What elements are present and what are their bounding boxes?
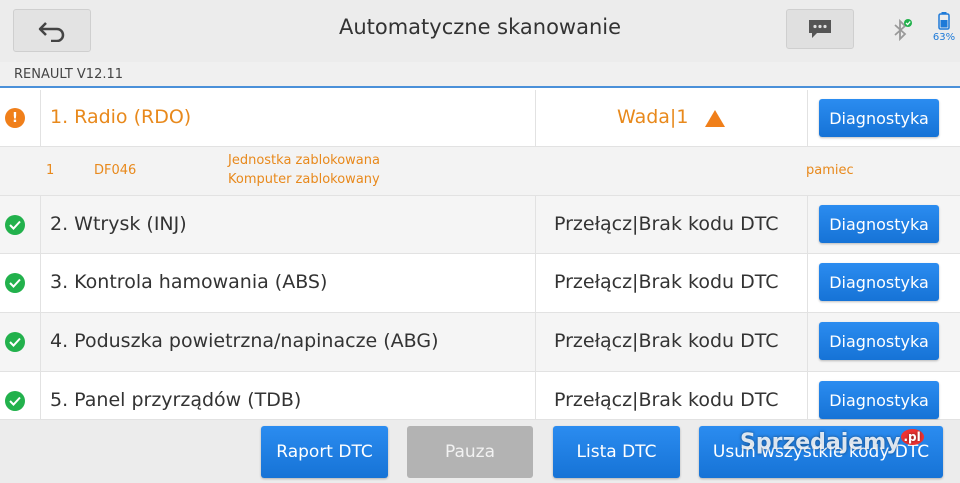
system-status: Przełącz|Brak kodu DTC bbox=[554, 213, 779, 235]
column-divider bbox=[535, 313, 536, 371]
column-divider bbox=[535, 372, 536, 419]
check-icon bbox=[5, 391, 25, 411]
battery-indicator: 63% bbox=[929, 10, 957, 50]
check-icon bbox=[5, 273, 25, 293]
warning-triangle-icon bbox=[705, 110, 725, 127]
fault-icon: ! bbox=[5, 108, 25, 128]
diagnostics-button[interactable]: Diagnostyka bbox=[819, 322, 939, 360]
system-status: Wada|1 bbox=[617, 106, 689, 128]
system-name: 4. Poduszka powietrzna/napinacze (ABG) bbox=[50, 330, 439, 352]
vehicle-label: RENAULT V12.11 bbox=[14, 67, 124, 82]
column-divider bbox=[535, 254, 536, 312]
column-divider bbox=[535, 90, 536, 146]
column-divider bbox=[535, 196, 536, 253]
column-divider bbox=[40, 313, 41, 371]
system-row-tdb[interactable]: 5. Panel przyrządów (TDB) Przełącz|Brak … bbox=[0, 372, 960, 420]
system-name: 2. Wtrysk (INJ) bbox=[50, 213, 187, 235]
vehicle-bar: RENAULT V12.11 bbox=[0, 62, 960, 88]
dtc-description: Jednostka zablokowana bbox=[228, 153, 380, 168]
dtc-detail-row: 1 DF046 Jednostka zablokowana Komputer z… bbox=[0, 147, 960, 196]
system-row-radio[interactable]: ! 1. Radio (RDO) Wada|1 Diagnostyka bbox=[0, 90, 960, 147]
dtc-memory-status: pamiec bbox=[806, 163, 854, 178]
diagnostics-button[interactable]: Diagnostyka bbox=[819, 205, 939, 243]
column-divider bbox=[40, 254, 41, 312]
watermark-suffix: .pl bbox=[900, 429, 924, 445]
system-status: Przełącz|Brak kodu DTC bbox=[554, 330, 779, 352]
diagnostics-button[interactable]: Diagnostyka bbox=[819, 263, 939, 301]
column-divider bbox=[40, 372, 41, 419]
check-icon bbox=[5, 332, 25, 352]
column-divider bbox=[807, 313, 808, 371]
diagnostics-button[interactable]: Diagnostyka bbox=[819, 381, 939, 419]
system-status: Przełącz|Brak kodu DTC bbox=[554, 271, 779, 293]
pause-button[interactable]: Pauza bbox=[407, 426, 533, 478]
dtc-list-button[interactable]: Lista DTC bbox=[553, 426, 680, 478]
battery-percent: 63% bbox=[932, 32, 956, 43]
column-divider bbox=[807, 254, 808, 312]
message-button[interactable] bbox=[786, 9, 854, 49]
column-divider bbox=[40, 90, 41, 146]
system-row-abs[interactable]: 3. Kontrola hamowania (ABS) Przełącz|Bra… bbox=[0, 254, 960, 313]
column-divider bbox=[40, 196, 41, 253]
dtc-index: 1 bbox=[46, 163, 55, 178]
system-row-inj[interactable]: 2. Wtrysk (INJ) Przełącz|Brak kodu DTC D… bbox=[0, 196, 960, 254]
system-name: 5. Panel przyrządów (TDB) bbox=[50, 389, 302, 411]
title-bar: Automatyczne skanowanie 63% bbox=[0, 0, 960, 62]
chat-icon bbox=[809, 20, 831, 38]
dtc-code: DF046 bbox=[94, 163, 137, 178]
system-name: 3. Kontrola hamowania (ABS) bbox=[50, 271, 328, 293]
system-row-abg[interactable]: 4. Poduszka powietrzna/napinacze (ABG) P… bbox=[0, 313, 960, 372]
bluetooth-icon bbox=[894, 18, 912, 42]
watermark: Sprzedajemy .pl bbox=[740, 429, 924, 455]
column-divider bbox=[807, 372, 808, 419]
column-divider bbox=[807, 90, 808, 146]
watermark-text: Sprzedajemy bbox=[740, 430, 901, 455]
system-name: 1. Radio (RDO) bbox=[50, 106, 192, 128]
system-status: Przełącz|Brak kodu DTC bbox=[554, 389, 779, 411]
check-icon bbox=[5, 215, 25, 235]
battery-icon bbox=[938, 12, 950, 30]
dtc-report-button[interactable]: Raport DTC bbox=[261, 426, 388, 478]
app-window: Automatyczne skanowanie 63% RENAULT V12.… bbox=[0, 0, 960, 483]
diagnostics-button[interactable]: Diagnostyka bbox=[819, 99, 939, 137]
dtc-description-secondary: Komputer zablokowany bbox=[228, 172, 380, 187]
column-divider bbox=[807, 196, 808, 253]
